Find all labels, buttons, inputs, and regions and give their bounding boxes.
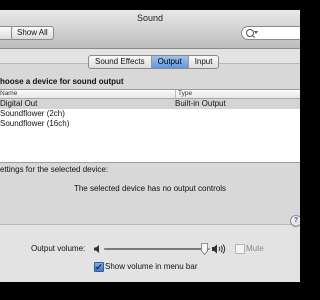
mute-label: Mute (246, 244, 264, 253)
table-row[interactable]: Soundflower (16ch) (0, 119, 300, 129)
tab-output[interactable]: Output (151, 56, 189, 68)
output-volume-label: Output volume: (31, 244, 86, 253)
show-volume-in-menu-bar-checkbox[interactable] (94, 262, 104, 272)
search-icon (246, 29, 254, 37)
search-menu-arrow-icon (254, 31, 258, 34)
volume-slider[interactable] (104, 248, 210, 250)
device-name: Digital Out (0, 99, 38, 108)
title-bar: Sound Show All (0, 10, 300, 49)
tab-input[interactable]: Input (189, 56, 219, 68)
speaker-low-icon (94, 245, 99, 253)
table-header: Name Type (0, 90, 300, 99)
table-row[interactable]: Soundflower (2ch) (0, 109, 300, 119)
no-output-controls-message: The selected device has no output contro… (73, 184, 227, 193)
device-name: Soundflower (2ch) (0, 109, 65, 118)
device-table: Name Type Digital Out Built-in Output So… (0, 89, 300, 163)
show-all-button[interactable]: Show All (11, 26, 54, 40)
column-header-name[interactable]: Name (0, 90, 17, 98)
sound-window: Sound Show All hoose a device for sound … (0, 10, 300, 282)
tab-bar: Sound Effects Output Input (88, 55, 220, 69)
mute-checkbox[interactable] (235, 244, 245, 254)
search-input[interactable] (241, 26, 300, 40)
device-type: Built-in Output (175, 99, 226, 108)
choose-device-heading: hoose a device for sound output (0, 77, 124, 86)
window-title: Sound (136, 13, 164, 23)
output-panel: hoose a device for sound output Name Typ… (0, 63, 300, 225)
device-name: Soundflower (16ch) (0, 119, 70, 128)
device-settings-label: ettings for the selected device: (0, 165, 109, 174)
volume-slider-fill (104, 248, 205, 250)
table-row[interactable]: Digital Out Built-in Output (0, 99, 300, 109)
show-volume-in-menu-bar-label: Show volume in menu bar (105, 262, 198, 271)
help-button[interactable]: ? (290, 215, 300, 227)
speaker-high-icon (212, 244, 226, 254)
column-header-type[interactable]: Type (175, 90, 192, 98)
volume-slider-knob[interactable] (201, 243, 209, 255)
tab-sound-effects[interactable]: Sound Effects (89, 56, 152, 68)
